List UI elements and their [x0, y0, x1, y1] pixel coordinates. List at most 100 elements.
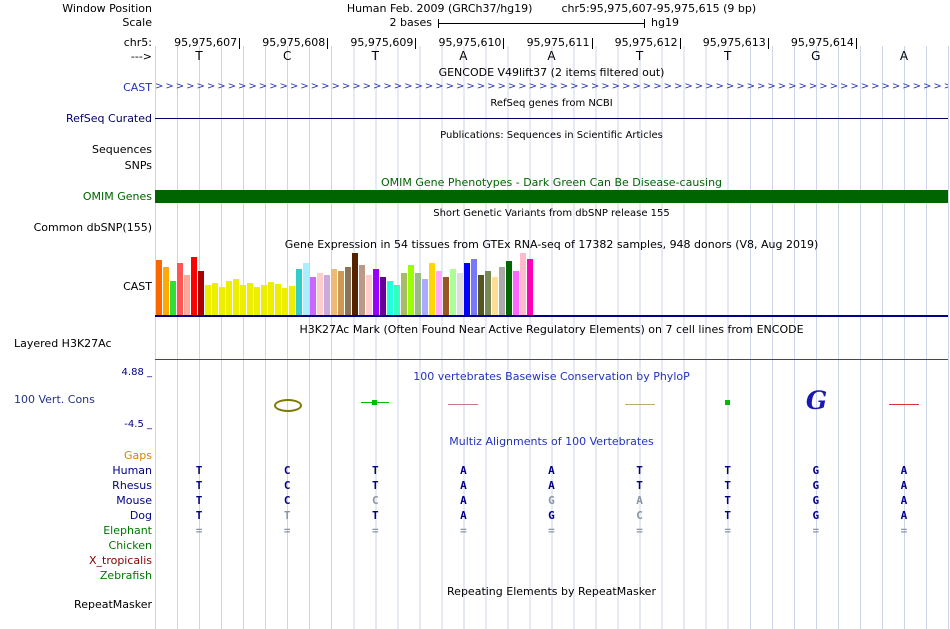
- gtex-expression-bar[interactable]: [198, 271, 204, 315]
- gtex-expression-bar[interactable]: [366, 275, 372, 315]
- conservation-letter[interactable]: G: [806, 388, 827, 413]
- gencode-gene-label[interactable]: CAST: [0, 81, 152, 94]
- ruler-tick: [855, 37, 857, 49]
- h3k27ac-baseline: [155, 359, 948, 360]
- gtex-expression-bar[interactable]: [226, 281, 232, 315]
- gtex-expression-bar[interactable]: [345, 267, 351, 315]
- gtex-expression-bar[interactable]: [289, 286, 295, 315]
- gtex-expression-bar[interactable]: [275, 284, 281, 315]
- gtex-expression-bar[interactable]: [254, 287, 260, 315]
- gtex-expression-bar[interactable]: [205, 285, 211, 315]
- gtex-expression-bar[interactable]: [296, 269, 302, 315]
- gtex-expression-bar[interactable]: [331, 269, 337, 315]
- gtex-expression-bar[interactable]: [499, 267, 505, 315]
- gtex-expression-bar[interactable]: [464, 263, 470, 315]
- sequences-track-label[interactable]: Sequences: [0, 143, 152, 156]
- species-label-elephant[interactable]: Elephant: [0, 524, 152, 537]
- conservation-mark[interactable]: [624, 404, 655, 405]
- gtex-expression-bar[interactable]: [191, 257, 197, 315]
- conservation-mark[interactable]: [361, 402, 390, 403]
- gtex-expression-bar[interactable]: [170, 281, 176, 315]
- gtex-expression-bar[interactable]: [485, 271, 491, 315]
- species-label-chicken[interactable]: Chicken: [0, 539, 152, 552]
- gtex-expression-bar[interactable]: [282, 288, 288, 315]
- gtex-expression-bar[interactable]: [478, 275, 484, 315]
- gtex-expression-bar[interactable]: [520, 253, 526, 315]
- ruler-position[interactable]: 95,975,609: [331, 36, 417, 49]
- gtex-expression-bar[interactable]: [240, 285, 246, 315]
- gtex-expression-bar[interactable]: [177, 263, 183, 315]
- gtex-expression-bar[interactable]: [513, 271, 519, 315]
- gtex-expression-bar[interactable]: [303, 263, 309, 315]
- ruler-position[interactable]: 95,975,611: [507, 36, 593, 49]
- ruler-position[interactable]: 95,975,612: [596, 36, 681, 49]
- species-label-x-tropicalis[interactable]: X_tropicalis: [0, 554, 152, 567]
- gtex-expression-bar[interactable]: [261, 285, 267, 315]
- species-label-zebrafish[interactable]: Zebrafish: [0, 569, 152, 582]
- gtex-expression-bar[interactable]: [443, 277, 449, 315]
- ruler-position[interactable]: 95,975,610: [419, 36, 505, 49]
- gtex-expression-bar[interactable]: [436, 271, 442, 315]
- omim-gene-bar[interactable]: [155, 190, 948, 203]
- ruler-position[interactable]: 95,975,607: [155, 36, 241, 49]
- h3k27ac-track-label[interactable]: Layered H3K27Ac: [14, 337, 112, 350]
- species-label-mouse[interactable]: Mouse: [0, 494, 152, 507]
- conservation-mark[interactable]: [724, 400, 730, 405]
- gtex-expression-bar[interactable]: [324, 275, 330, 315]
- gtex-expression-bar[interactable]: [415, 273, 421, 315]
- alignment-base: =: [283, 524, 291, 537]
- alignment-base: G: [812, 479, 820, 492]
- gtex-expression-bar[interactable]: [163, 267, 169, 315]
- species-label-gaps[interactable]: Gaps: [0, 449, 152, 462]
- gtex-expression-bar[interactable]: [394, 285, 400, 315]
- species-label-human[interactable]: Human: [0, 464, 152, 477]
- dbsnp-track-label[interactable]: Common dbSNP(155): [0, 221, 152, 234]
- gtex-baseline: [155, 315, 948, 317]
- gtex-expression-bar[interactable]: [492, 277, 498, 315]
- gtex-expression-bar[interactable]: [401, 273, 407, 315]
- gtex-gene-label[interactable]: CAST: [0, 280, 152, 293]
- alignment-base: =: [195, 524, 203, 537]
- gtex-expression-bar[interactable]: [387, 281, 393, 315]
- conservation-mark[interactable]: [888, 404, 919, 405]
- gtex-expression-bar[interactable]: [471, 259, 477, 315]
- gtex-expression-bar[interactable]: [429, 263, 435, 315]
- gtex-expression-bar[interactable]: [219, 287, 225, 315]
- refseq-curated-label[interactable]: RefSeq Curated: [0, 112, 152, 125]
- gtex-expression-bar[interactable]: [338, 271, 344, 315]
- gtex-expression-bar[interactable]: [422, 279, 428, 315]
- alignment-base: T: [283, 509, 291, 522]
- gtex-expression-bar[interactable]: [233, 279, 239, 315]
- gtex-expression-bar[interactable]: [506, 261, 512, 315]
- gtex-expression-bar[interactable]: [457, 273, 463, 315]
- omim-genes-label[interactable]: OMIM Genes: [0, 190, 152, 203]
- conservation-mark[interactable]: [274, 399, 303, 412]
- repeatmasker-track-label[interactable]: RepeatMasker: [0, 598, 152, 611]
- gtex-expression-chart[interactable]: [156, 253, 533, 315]
- gencode-gene-strand-arrows[interactable]: >>>>>>>>>>>>>>>>>>>>>>>>>>>>>>>>>>>>>>>>…: [155, 81, 948, 93]
- alignment-base: =: [724, 524, 732, 537]
- gtex-expression-bar[interactable]: [359, 265, 365, 315]
- gtex-expression-bar[interactable]: [317, 273, 323, 315]
- gtex-expression-bar[interactable]: [380, 277, 386, 315]
- gtex-expression-bar[interactable]: [527, 259, 533, 315]
- refseq-gene-line[interactable]: [155, 118, 948, 119]
- conservation-mark[interactable]: [448, 404, 479, 405]
- gtex-expression-bar[interactable]: [212, 283, 218, 315]
- gtex-expression-bar[interactable]: [450, 269, 456, 315]
- conservation-track-label[interactable]: 100 Vert. Cons: [14, 393, 95, 406]
- species-label-dog[interactable]: Dog: [0, 509, 152, 522]
- species-label-rhesus[interactable]: Rhesus: [0, 479, 152, 492]
- gtex-expression-bar[interactable]: [184, 275, 190, 315]
- gtex-expression-bar[interactable]: [352, 253, 358, 315]
- ruler-position[interactable]: 95,975,613: [684, 36, 769, 49]
- gtex-expression-bar[interactable]: [373, 269, 379, 315]
- ruler-position[interactable]: 95,975,614: [772, 36, 857, 49]
- gtex-expression-bar[interactable]: [310, 277, 316, 315]
- ruler-position[interactable]: 95,975,608: [243, 36, 329, 49]
- snps-track-label[interactable]: SNPs: [0, 159, 152, 172]
- gtex-expression-bar[interactable]: [268, 282, 274, 315]
- gtex-expression-bar[interactable]: [247, 283, 253, 315]
- gtex-expression-bar[interactable]: [408, 265, 414, 315]
- gtex-expression-bar[interactable]: [156, 260, 162, 315]
